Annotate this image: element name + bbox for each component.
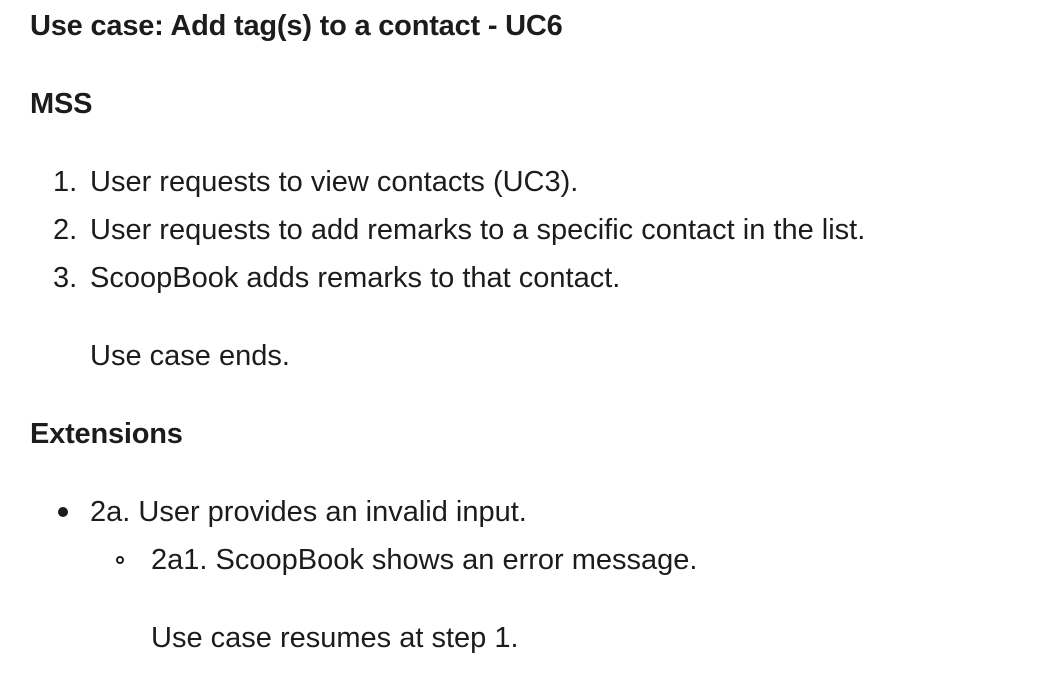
extension-ending: Use case resumes at step 1. (151, 622, 519, 654)
list-item-text: 2a. User provides an invalid input. (90, 496, 527, 528)
mss-ending: Use case ends. (90, 340, 290, 372)
list-item-text: User requests to add remarks to a specif… (90, 214, 866, 246)
list-item-text: User requests to view contacts (UC3). (90, 166, 579, 198)
document-page: Use case: Add tag(s) to a contact - UC6 … (0, 0, 1048, 682)
extensions-heading: Extensions (30, 418, 183, 450)
list-item-text: ScoopBook adds remarks to that contact. (90, 262, 621, 294)
mss-heading: MSS (30, 88, 93, 120)
bullet-disc-icon (58, 507, 68, 517)
list-item-number: 3. (53, 262, 78, 294)
sub-list-item-text: 2a1. ScoopBook shows an error message. (151, 544, 698, 576)
list-item-number: 1. (53, 166, 78, 198)
list-item-number: 2. (53, 214, 78, 246)
use-case-title: Use case: Add tag(s) to a contact - UC6 (30, 10, 563, 42)
bullet-circle-icon (116, 556, 124, 564)
